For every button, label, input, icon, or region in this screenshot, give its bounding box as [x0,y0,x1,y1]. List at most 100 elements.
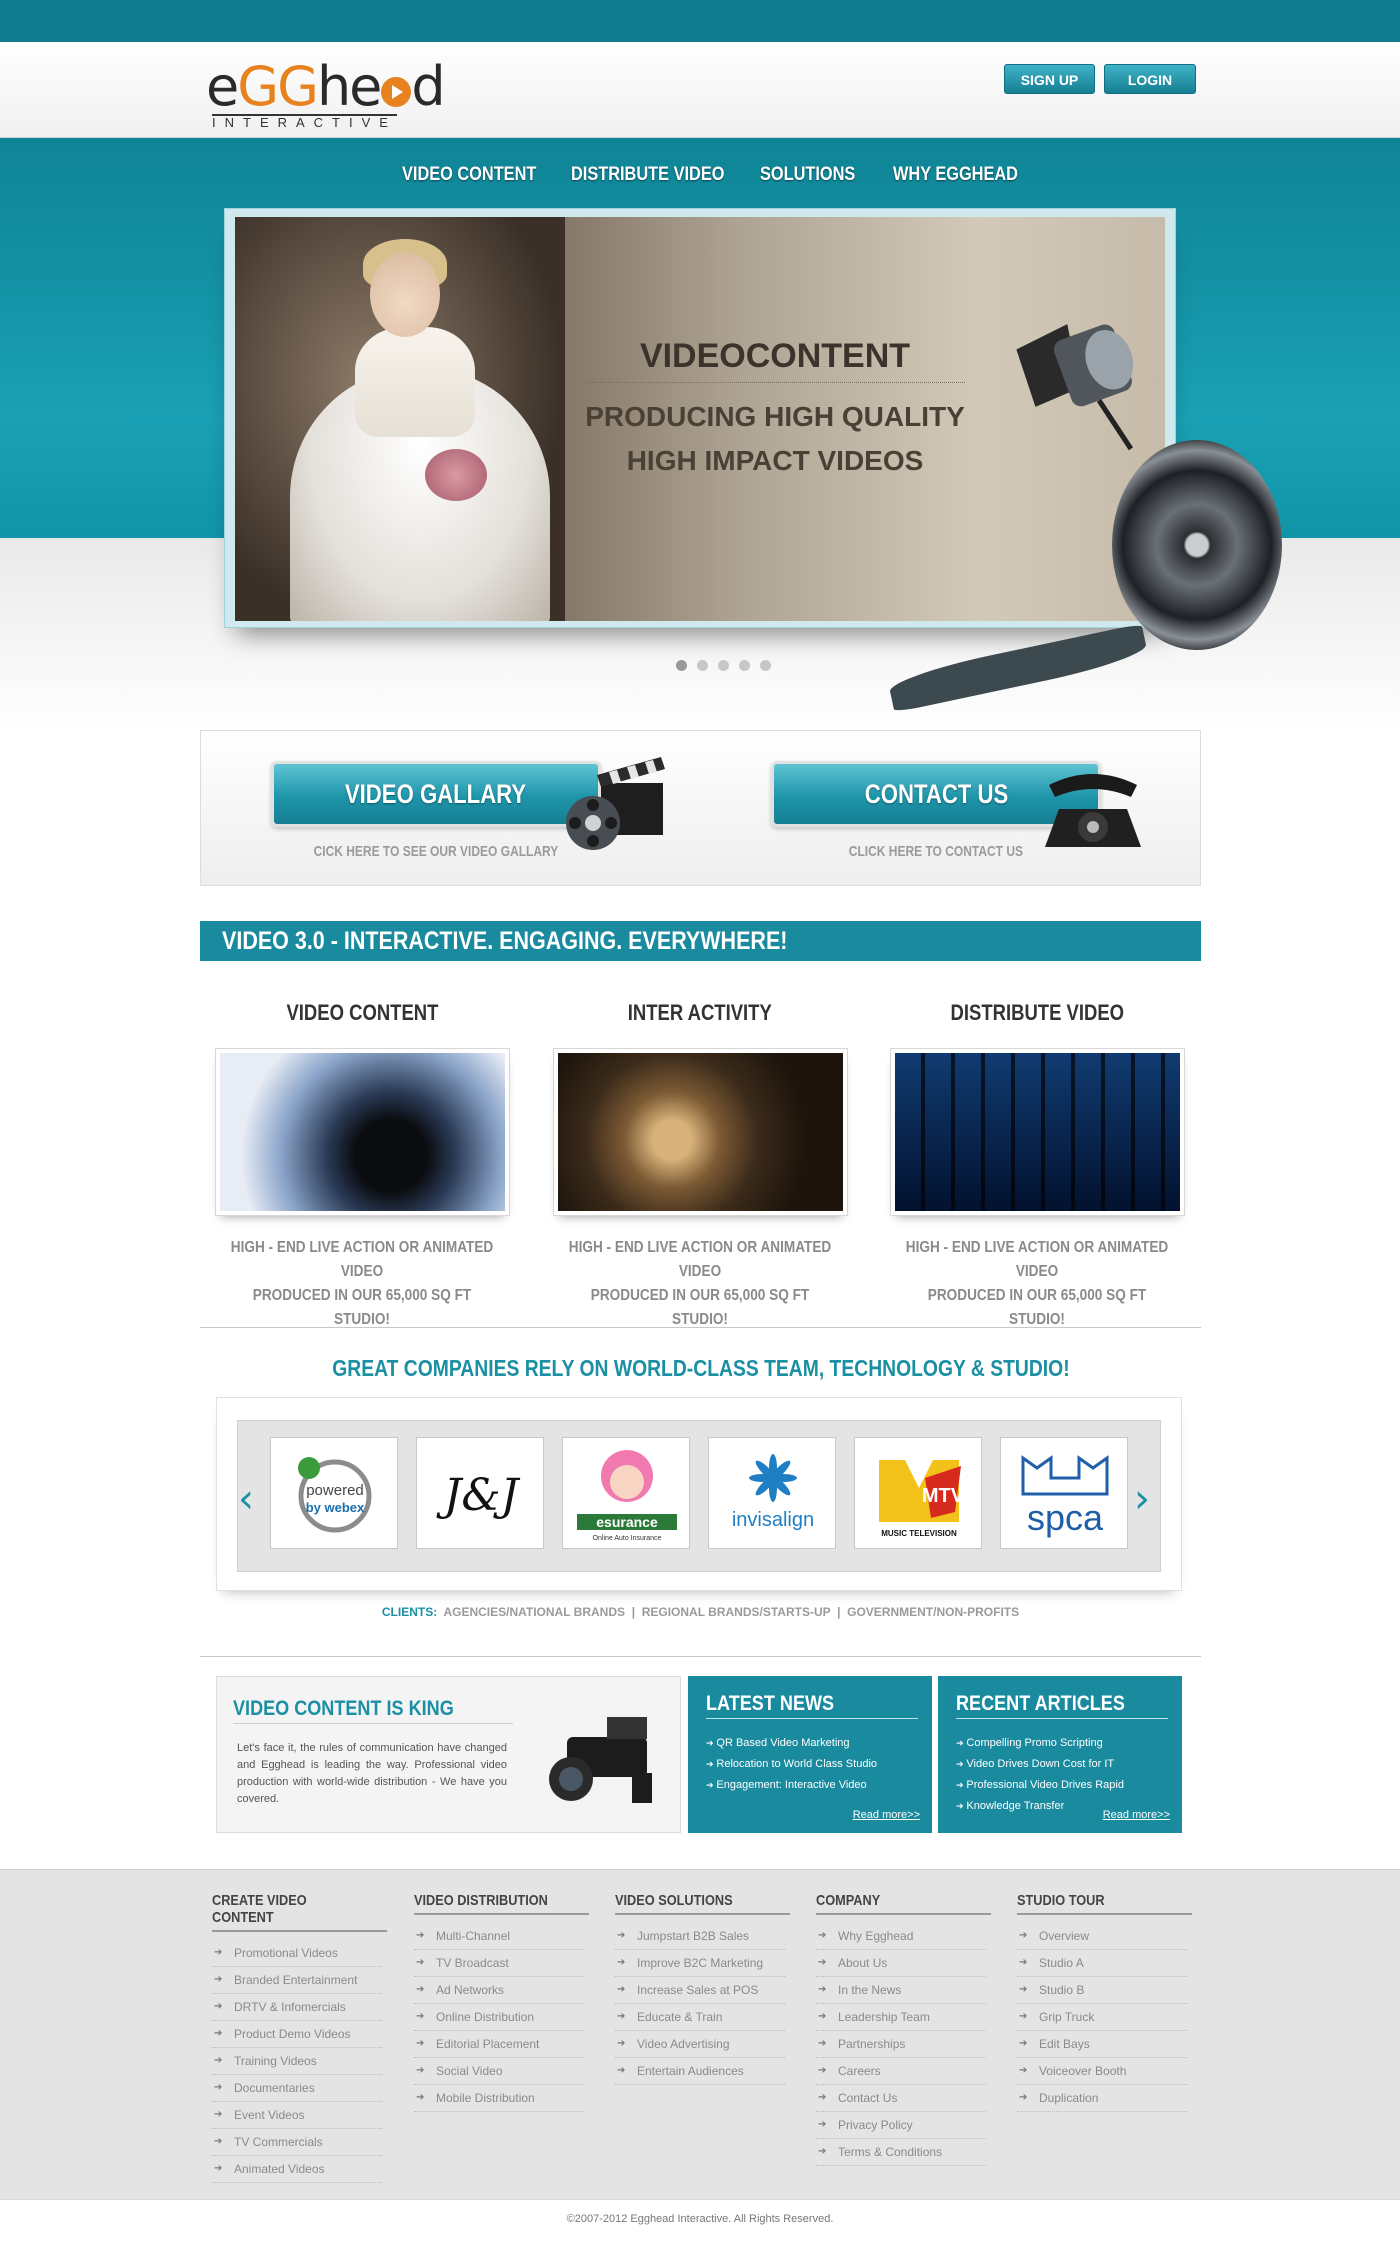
footer-link[interactable]: Promotional Videos [212,1940,382,1967]
footer-link[interactable]: Animated Videos [212,2156,382,2183]
footer-link[interactable]: Careers [816,2058,986,2085]
client-logo-spca[interactable]: spca [1000,1437,1128,1549]
clients-separator: | [631,1605,636,1619]
clients-links: CLIENTS: AGENCIES/NATIONAL BRANDS | REGI… [200,1605,1201,1619]
companies-heading: GREAT COMPANIES RELY ON WORLD-CLASS TEAM… [331,1355,1070,1381]
footer-link[interactable]: Terms & Conditions [816,2139,986,2166]
footer-link[interactable]: Event Videos [212,2102,382,2129]
clients-link-agencies[interactable]: AGENCIES/NATIONAL BRANDS [443,1605,625,1619]
news-item[interactable]: Relocation to World Class Studio [706,1754,922,1775]
articles-read-more-link[interactable]: Read more>> [1103,1809,1170,1821]
video-gallery-caption: CICK HERE TO SEE OUR VIDEO GALLARY [313,843,559,860]
carousel-track: ‹ powered by webex J&J esurance Online A… [237,1420,1161,1572]
egghead-logo[interactable]: eGGhe d INTERACTIVE [206,56,466,130]
footer-link[interactable]: Overview [1017,1923,1187,1950]
slider-dot-4[interactable] [739,660,750,671]
footer-link[interactable]: Leadership Team [816,2004,986,2031]
svg-text:MUSIC TELEVISION: MUSIC TELEVISION [881,1529,957,1538]
footer-link[interactable]: Educate & Train [615,2004,785,2031]
slide-title: VIDEOCONTENT [585,337,965,383]
signup-button[interactable]: SIGN UP [1004,64,1095,94]
footer-link[interactable]: Entertain Audiences [615,2058,785,2085]
nav-item-distribute-video[interactable]: DISTRIBUTE VIDEO [571,160,724,190]
footer-link[interactable]: Editorial Placement [414,2031,584,2058]
footer-link[interactable]: TV Commercials [212,2129,382,2156]
section-banner: VIDEO 3.0 - INTERACTIVE. ENGAGING. EVERY… [200,921,1201,961]
slider-dot-3[interactable] [718,660,729,671]
svg-text:invisalign: invisalign [732,1509,814,1531]
svg-text:spca: spca [1027,1497,1104,1538]
footer-link[interactable]: Voiceover Booth [1017,2058,1187,2085]
footer-link[interactable]: Improve B2C Marketing [615,1950,785,1977]
recent-articles-box: RECENT ARTICLES Compelling Promo Scripti… [938,1676,1182,1833]
feature-image-camera[interactable] [214,1048,510,1216]
recent-articles-list: Compelling Promo Scripting Video Drives … [956,1733,1172,1817]
carousel-next-arrow-icon[interactable]: › [1134,1479,1150,1519]
carousel-prev-arrow-icon[interactable]: ‹ [238,1479,254,1519]
client-logo-webex[interactable]: powered by webex [270,1437,398,1549]
footer-link[interactable]: Increase Sales at POS [615,1977,785,2004]
bride-torso [355,327,475,437]
footer-link[interactable]: Documentaries [212,2075,382,2102]
footer-link[interactable]: About Us [816,1950,986,1977]
camcorder-icon [549,1717,652,1803]
footer-link[interactable]: Product Demo Videos [212,2021,382,2048]
news-item[interactable]: Engagement: Interactive Video [706,1775,922,1796]
news-read-more-link[interactable]: Read more>> [853,1809,920,1821]
article-item[interactable]: Video Drives Down Cost for IT [956,1754,1172,1775]
footer-link[interactable]: Online Distribution [414,2004,584,2031]
footer-link[interactable]: Training Videos [212,2048,382,2075]
footer-link[interactable]: Edit Bays [1017,2031,1187,2058]
footer-link[interactable]: In the News [816,1977,986,2004]
client-logo-mtv[interactable]: MTV MUSIC TELEVISION [854,1437,982,1549]
footer-link[interactable]: Studio B [1017,1977,1187,2004]
article-item[interactable]: Professional Video Drives Rapid [956,1775,1172,1796]
footer-link[interactable]: Social Video [414,2058,584,2085]
footer-link[interactable]: TV Broadcast [414,1950,584,1977]
nav-item-solutions[interactable]: SOLUTIONS [760,160,855,190]
footer-link[interactable]: Multi-Channel [414,1923,584,1950]
mtv-logo-icon: MTV MUSIC TELEVISION [879,1460,965,1538]
client-logo-jnj[interactable]: J&J [416,1437,544,1549]
footer-column-title: CREATE VIDEO CONTENT [212,1892,387,1932]
footer-link[interactable]: Privacy Policy [816,2112,986,2139]
footer-link[interactable]: Mobile Distribution [414,2085,584,2112]
clients-link-government[interactable]: GOVERNMENT/NON-PROFITS [847,1605,1019,1619]
footer-link[interactable]: Partnerships [816,2031,986,2058]
footer-link[interactable]: Branded Entertainment [212,1967,382,1994]
client-logo-esurance[interactable]: esurance Online Auto Insurance [562,1437,690,1549]
section-divider [200,1656,1201,1657]
video-camera-image [219,1053,505,1211]
nav-item-why-egghead[interactable]: WHY EGGHEAD [893,160,1018,190]
footer-column-title: COMPANY [816,1892,991,1915]
feature-image-reel[interactable] [552,1048,848,1216]
slider-dot-1[interactable] [676,660,687,671]
article-item[interactable]: Compelling Promo Scripting [956,1733,1172,1754]
login-button[interactable]: LOGIN [1104,64,1196,94]
footer-link[interactable]: Ad Networks [414,1977,584,2004]
footer-link[interactable]: Contact Us [816,2085,986,2112]
footer-link[interactable]: Jumpstart B2B Sales [615,1923,785,1950]
slider-dot-5[interactable] [760,660,771,671]
svg-text:Online Auto Insurance: Online Auto Insurance [593,1535,662,1542]
video-wall-image [894,1053,1180,1211]
section-divider [200,1327,1201,1328]
footer-link[interactable]: Why Egghead [816,1923,986,1950]
footer-link[interactable]: Grip Truck [1017,2004,1187,2031]
feature-title: INTER ACTIVITY [627,1000,773,1025]
clients-link-regional[interactable]: REGIONAL BRANDS/STARTS-UP [642,1605,831,1619]
footer-column-title: VIDEO SOLUTIONS [615,1892,790,1915]
footer-link[interactable]: DRTV & Infomercials [212,1994,382,2021]
nav-item-video-content[interactable]: VIDEO CONTENT [402,160,536,190]
invisalign-logo-icon: invisalign [732,1454,814,1531]
footer-link[interactable]: Duplication [1017,2085,1187,2112]
feature-image-screens[interactable] [889,1048,1185,1216]
footer-link-list: Overview Studio A Studio B Grip Truck Ed… [1017,1923,1187,2112]
slider-dot-2[interactable] [697,660,708,671]
client-logo-invisalign[interactable]: invisalign [708,1437,836,1549]
footer-link[interactable]: Video Advertising [615,2031,785,2058]
news-item[interactable]: QR Based Video Marketing [706,1733,922,1754]
bouquet [425,449,487,501]
footer-link[interactable]: Studio A [1017,1950,1187,1977]
video-gallery-button[interactable]: VIDEO GALLARY [271,761,601,827]
